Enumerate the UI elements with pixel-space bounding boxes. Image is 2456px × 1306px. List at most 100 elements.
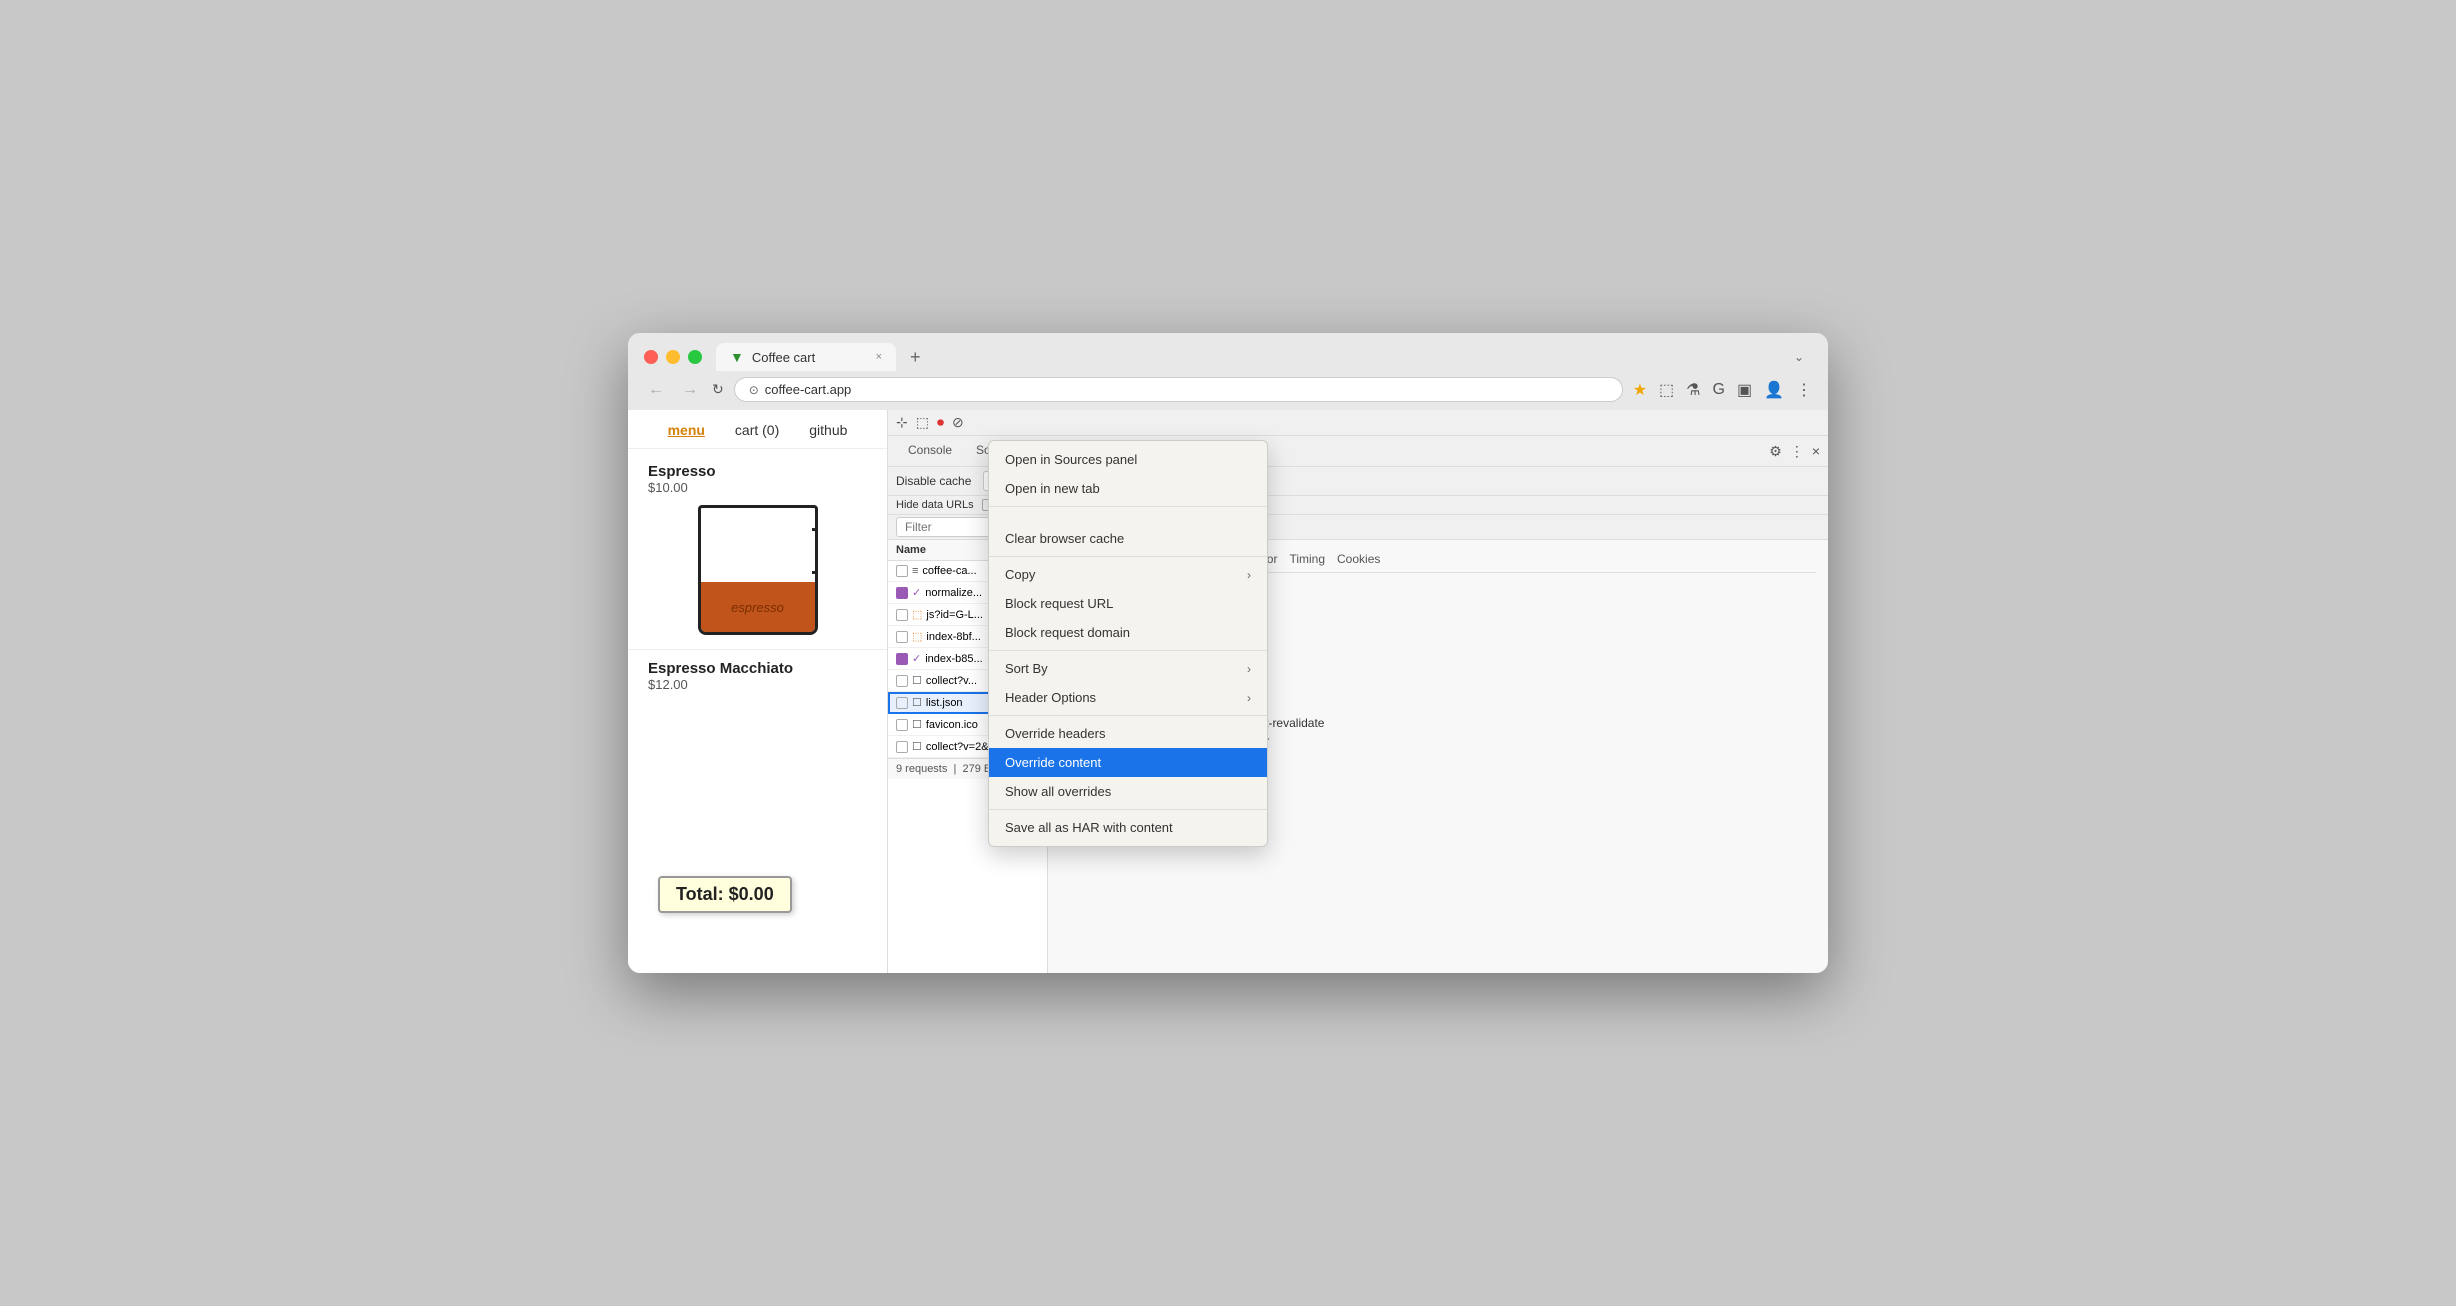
browser-content: menu cart (0) github Espresso $10.00 esp… <box>628 410 1828 973</box>
sidebar-icon[interactable]: ▣ <box>1737 380 1752 400</box>
security-icon: ⊙ <box>749 383 759 397</box>
row-file-icon: ✓ <box>912 652 921 665</box>
row-name: collect?v... <box>926 675 977 687</box>
devtools-settings-icon[interactable]: ⚙ <box>1769 443 1782 460</box>
menu-item-copy[interactable]: Copy › <box>989 560 1267 589</box>
row-checkbox[interactable] <box>896 565 908 577</box>
row-name: coffee-ca... <box>922 565 976 577</box>
title-bar: ▼ Coffee cart × + ⌄ <box>628 333 1828 371</box>
row-file-icon: ☐ <box>912 718 922 731</box>
browser-window: ▼ Coffee cart × + ⌄ ← → ↻ ⊙ coffee-cart.… <box>628 333 1828 973</box>
row-checkbox[interactable] <box>896 653 908 665</box>
header-options-arrow-icon: › <box>1247 691 1251 705</box>
recording-stop-icon[interactable]: ⏺ <box>937 414 944 431</box>
google-icon[interactable]: G <box>1713 381 1725 399</box>
menu-item-block-domain[interactable]: Block request domain <box>989 618 1267 647</box>
row-name: index-8bf... <box>926 631 980 643</box>
row-file-icon: ⬚ <box>912 630 922 643</box>
copy-arrow-icon: › <box>1247 568 1251 582</box>
nav-menu-link[interactable]: menu <box>668 422 705 438</box>
devtools-more-icon[interactable]: ⋮ <box>1790 443 1804 460</box>
nav-github-link[interactable]: github <box>809 422 847 438</box>
tab-favicon-icon: ▼ <box>730 349 744 365</box>
tab-dropdown-button[interactable]: ⌄ <box>1794 350 1812 364</box>
maximize-window-button[interactable] <box>688 350 702 364</box>
device-toggle-icon[interactable]: ⬚ <box>916 414 929 431</box>
espresso-liquid: espresso <box>701 582 815 632</box>
nav-cart-link[interactable]: cart (0) <box>735 422 779 438</box>
row-checkbox[interactable] <box>896 609 908 621</box>
address-input[interactable]: ⊙ coffee-cart.app <box>734 377 1623 402</box>
row-name: favicon.ico <box>926 719 978 731</box>
new-tab-button[interactable]: + <box>904 347 927 368</box>
toolbar-icons: ★ ⬚ ⚗ G ▣ 👤 ⋮ <box>1633 380 1812 400</box>
forward-button[interactable]: → <box>678 381 702 399</box>
menu-separator <box>989 715 1267 716</box>
row-file-icon: ≡ <box>912 565 918 577</box>
close-window-button[interactable] <box>644 350 658 364</box>
row-name: index-b85... <box>925 653 982 665</box>
menu-separator <box>989 650 1267 651</box>
row-checkbox[interactable] <box>896 675 908 687</box>
profile-icon[interactable]: 👤 <box>1764 380 1784 400</box>
detail-tab-timing[interactable]: Timing <box>1289 548 1325 572</box>
menu-item-override-headers[interactable]: Override headers <box>989 719 1267 748</box>
total-badge: Total: $0.00 <box>658 876 792 913</box>
row-name: list.json <box>926 697 963 709</box>
row-checkbox[interactable] <box>896 587 908 599</box>
chrome-menu-icon[interactable]: ⋮ <box>1796 380 1812 400</box>
tab-console[interactable]: Console <box>896 436 964 466</box>
menu-item-clear-cache[interactable] <box>989 510 1267 524</box>
row-file-icon: ☐ <box>912 696 922 709</box>
row-file-icon: ☐ <box>912 674 922 687</box>
row-name: normalize... <box>925 587 982 599</box>
hide-data-urls-label: Hide data URLs <box>896 499 974 511</box>
menu-item-open-new-tab[interactable]: Open in new tab <box>989 474 1267 503</box>
row-checkbox[interactable] <box>896 631 908 643</box>
detail-tab-cookies[interactable]: Cookies <box>1337 548 1380 572</box>
tab-title: Coffee cart <box>752 350 815 365</box>
webpage-nav: menu cart (0) github <box>628 410 887 449</box>
menu-item-save-har[interactable]: Save all as HAR with content <box>989 813 1267 842</box>
refresh-button[interactable]: ↻ <box>712 381 724 398</box>
coffee-item-espresso: Espresso $10.00 espresso <box>628 449 887 649</box>
macchiato-name: Espresso Macchiato <box>648 660 867 677</box>
inspect-element-icon[interactable]: ⊹ <box>896 414 908 431</box>
menu-item-header-options[interactable]: Header Options › <box>989 683 1267 712</box>
menu-separator <box>989 809 1267 810</box>
devtools-actions: ⚙ ⋮ × <box>1769 443 1820 460</box>
menu-item-sort-by[interactable]: Sort By › <box>989 654 1267 683</box>
menu-item-open-sources[interactable]: Open in Sources panel <box>989 445 1267 474</box>
row-checkbox[interactable] <box>896 741 908 753</box>
row-name: js?id=G-L... <box>926 609 983 621</box>
devtools-close-icon[interactable]: × <box>1812 443 1820 459</box>
menu-separator <box>989 556 1267 557</box>
clear-icon[interactable]: ⊘ <box>952 414 964 431</box>
menu-item-override-content[interactable]: Override content <box>989 748 1267 777</box>
menu-item-clear-cookies[interactable]: Clear browser cache <box>989 524 1267 553</box>
active-tab[interactable]: ▼ Coffee cart × <box>716 343 896 371</box>
row-file-icon: ✓ <box>912 586 921 599</box>
minimize-window-button[interactable] <box>666 350 680 364</box>
lab-icon[interactable]: ⚗ <box>1686 380 1700 400</box>
espresso-cup[interactable]: espresso <box>698 505 818 635</box>
devtools-toolbar: ⊹ ⬚ ⏺ ⊘ <box>888 410 1828 436</box>
macchiato-price: $12.00 <box>648 677 867 692</box>
disable-cache-label: Disable cache <box>896 474 971 488</box>
back-button[interactable]: ← <box>644 381 668 399</box>
row-checkbox[interactable] <box>896 697 908 709</box>
espresso-name: Espresso <box>648 463 867 480</box>
extension-icon[interactable]: ⬚ <box>1659 380 1674 400</box>
devtools-panel: ⊹ ⬚ ⏺ ⊘ Console Sources Network » ⚙ ⋮ × … <box>888 410 1828 973</box>
menu-separator <box>989 506 1267 507</box>
menu-item-block-url[interactable]: Block request URL <box>989 589 1267 618</box>
row-file-icon: ☐ <box>912 740 922 753</box>
traffic-lights <box>644 350 702 364</box>
bookmark-star-icon[interactable]: ★ <box>1633 380 1647 400</box>
context-menu[interactable]: Open in Sources panel Open in new tab Cl… <box>988 440 1268 847</box>
webpage-panel: menu cart (0) github Espresso $10.00 esp… <box>628 410 888 973</box>
menu-item-show-overrides[interactable]: Show all overrides <box>989 777 1267 806</box>
tab-close-button[interactable]: × <box>876 351 882 363</box>
row-checkbox[interactable] <box>896 719 908 731</box>
coffee-item-macchiato: Espresso Macchiato $12.00 <box>628 649 887 712</box>
